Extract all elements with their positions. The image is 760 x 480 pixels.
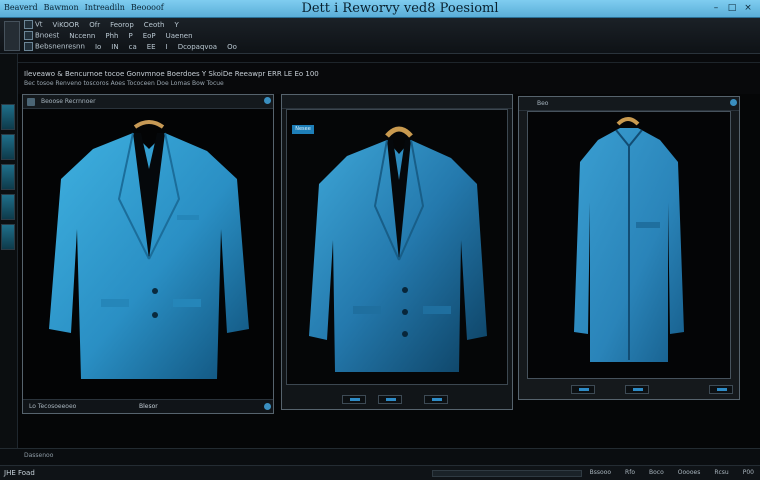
menu-item-1[interactable]: Beaverd bbox=[4, 3, 38, 12]
preview-panel-1[interactable]: Beoose Recrnnoer Lo Tecosoeeoeo Blesor bbox=[22, 94, 274, 414]
toolbar-item[interactable]: EoP bbox=[143, 32, 156, 40]
file-icon bbox=[24, 20, 33, 29]
toolbar-item[interactable]: ca bbox=[129, 43, 137, 51]
menu-item-4[interactable]: Beoooof bbox=[131, 3, 164, 12]
toolbar-item[interactable]: Oo bbox=[227, 43, 237, 51]
view-tab[interactable]: Nesee bbox=[292, 125, 314, 134]
toolbar-item[interactable]: EE bbox=[147, 43, 156, 51]
document-header: Ileveawo & Bencurnoe tocoe Gonvmnoe Boer… bbox=[18, 54, 760, 94]
status-bar: Dassenoo JHE Foad Bssooo Rfo Boco Ooooes… bbox=[0, 448, 760, 480]
preview-panel-3[interactable]: Beo bbox=[518, 96, 740, 400]
left-thumbnail-strip bbox=[0, 54, 18, 480]
toolbar-row-2: Bnoest Nccenn Phh P EoP Uaenen bbox=[24, 31, 193, 40]
status-item[interactable]: Bssooo bbox=[590, 469, 611, 476]
status-item[interactable]: Boco bbox=[649, 469, 664, 476]
toolbar-row-3: Bebsnenresnn Io IN ca EE I Dcopaqvoa Oo bbox=[24, 42, 237, 51]
panel-handle-icon[interactable] bbox=[264, 97, 271, 104]
jacket-image bbox=[49, 120, 249, 379]
divider bbox=[18, 62, 760, 63]
toolbar: Vt ViKOOR Ofr Feorop Ceoth Y Bnoest Ncce… bbox=[0, 18, 760, 54]
toolbar-item[interactable]: Ofr bbox=[89, 21, 100, 29]
progress-bar bbox=[432, 470, 582, 477]
toolbar-item[interactable]: Vt bbox=[24, 20, 43, 29]
grid-icon bbox=[24, 31, 33, 40]
app-title: Dett i Reworvy ved8 Poesioml bbox=[301, 1, 499, 16]
status-label: Dassenoo bbox=[24, 452, 54, 459]
toolbar-item[interactable]: Ceoth bbox=[144, 21, 165, 29]
toolbar-item[interactable]: Nccenn bbox=[69, 32, 95, 40]
zoom-out-button[interactable] bbox=[571, 385, 595, 394]
settings-button[interactable] bbox=[709, 385, 733, 394]
thumbnail[interactable] bbox=[1, 224, 15, 250]
status-item[interactable]: Rcsu bbox=[714, 469, 728, 476]
panel-handle-icon[interactable] bbox=[264, 403, 271, 410]
status-item[interactable]: P00 bbox=[743, 469, 754, 476]
thumbnail[interactable] bbox=[1, 134, 15, 160]
zoom-in-button[interactable] bbox=[625, 385, 649, 394]
zoom-out-button[interactable] bbox=[342, 395, 366, 404]
preview-panel-2[interactable]: Nesee bbox=[281, 94, 513, 410]
status-item[interactable]: Ooooes bbox=[678, 469, 701, 476]
title-bar: Beaverd Bawmon Intreadiln Beoooof Dett i… bbox=[0, 0, 760, 18]
menu-item-3[interactable]: Intreadiln bbox=[85, 3, 125, 12]
thumbnail[interactable] bbox=[1, 104, 15, 130]
toolbar-item[interactable]: Dcopaqvoa bbox=[178, 43, 217, 51]
panel-handle-icon[interactable] bbox=[730, 99, 737, 106]
toolbar-item[interactable]: Bnoest bbox=[24, 31, 59, 40]
menu-bar: Beaverd Bawmon Intreadiln Beoooof bbox=[4, 3, 164, 12]
thumbnail[interactable] bbox=[1, 164, 15, 190]
thumbnail[interactable] bbox=[1, 194, 15, 220]
toolbar-item[interactable]: Uaenen bbox=[166, 32, 193, 40]
panel-header bbox=[282, 95, 512, 109]
panel-title: Beoose Recrnnoer bbox=[41, 98, 96, 105]
toolbar-row-1: Vt ViKOOR Ofr Feorop Ceoth Y bbox=[24, 20, 179, 29]
status-row: JHE Foad Bssooo Rfo Boco Ooooes Rcsu P00 bbox=[0, 465, 760, 480]
panel-header: Beoose Recrnnoer bbox=[23, 95, 273, 109]
toolbar-item[interactable]: Phh bbox=[105, 32, 118, 40]
toolbar-item[interactable]: Bebsnenresnn bbox=[24, 42, 85, 51]
window-controls: – □ × bbox=[710, 2, 754, 14]
toolbar-item[interactable]: IN bbox=[111, 43, 118, 51]
toolbar-item[interactable]: P bbox=[128, 32, 132, 40]
status-items: Bssooo Rfo Boco Ooooes Rcsu P00 bbox=[590, 469, 754, 476]
coat-image bbox=[574, 117, 684, 362]
minimize-button[interactable]: – bbox=[710, 2, 722, 14]
zoom-in-button[interactable] bbox=[424, 395, 448, 404]
panel-title: Beo bbox=[537, 100, 549, 107]
image-icon bbox=[27, 98, 35, 106]
image-frame bbox=[286, 109, 508, 385]
panel-footer: Lo Tecosoeeoeo Blesor bbox=[23, 399, 273, 413]
new-button[interactable] bbox=[4, 21, 20, 51]
toolbar-item[interactable]: Io bbox=[95, 43, 101, 51]
panel-header: Beo bbox=[519, 97, 739, 111]
footer-value: Blesor bbox=[139, 403, 158, 410]
toolbar-item[interactable]: ViKOOR bbox=[53, 21, 80, 29]
menu-item-2[interactable]: Bawmon bbox=[44, 3, 79, 12]
status-item[interactable]: Rfo bbox=[625, 469, 635, 476]
info-line-2: Bec tosoe Renveno toscoros Aoes Tococeen… bbox=[24, 80, 224, 87]
footer-label: Lo Tecosoeeoeo bbox=[29, 403, 77, 410]
toolbar-item[interactable]: Feorop bbox=[110, 21, 134, 29]
status-label: JHE Foad bbox=[4, 469, 35, 477]
image-frame bbox=[527, 111, 731, 379]
info-line-1: Ileveawo & Bencurnoe tocoe Gonvmnoe Boer… bbox=[24, 70, 319, 78]
maximize-button[interactable]: □ bbox=[726, 2, 738, 14]
toolbar-item[interactable]: Y bbox=[174, 21, 178, 29]
layers-icon bbox=[24, 42, 33, 51]
toolbar-item[interactable]: I bbox=[166, 43, 168, 51]
jacket-image bbox=[309, 126, 487, 372]
close-button[interactable]: × bbox=[742, 2, 754, 14]
fit-button[interactable] bbox=[378, 395, 402, 404]
